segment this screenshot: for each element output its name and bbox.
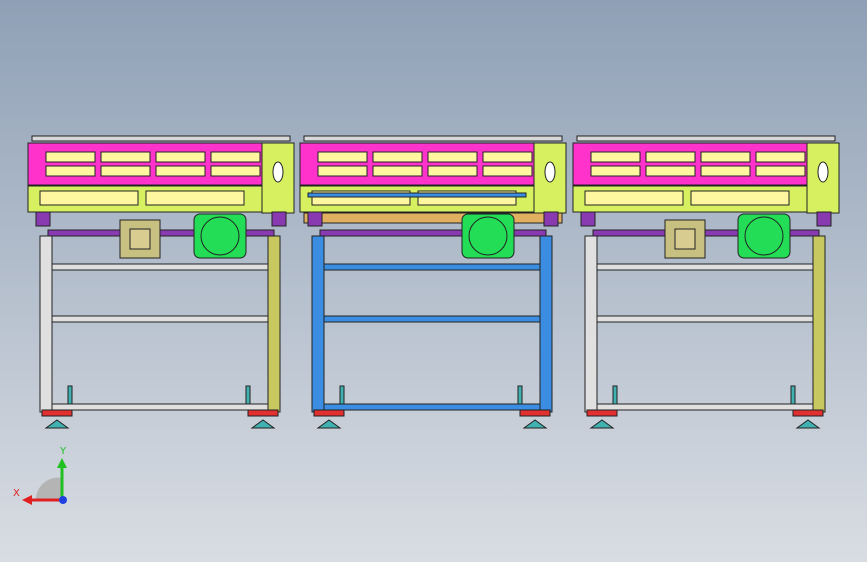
triad-y-arrow <box>57 458 67 468</box>
triad-x-arrow <box>22 495 32 505</box>
triad-origin <box>59 496 67 504</box>
triad-y-label: Y <box>59 446 67 457</box>
axis-triad: Y X <box>13 446 67 505</box>
triad-x-label: X <box>13 488 20 499</box>
cad-viewport[interactable]: Y X <box>0 0 867 562</box>
triad-z-cap <box>35 477 62 500</box>
